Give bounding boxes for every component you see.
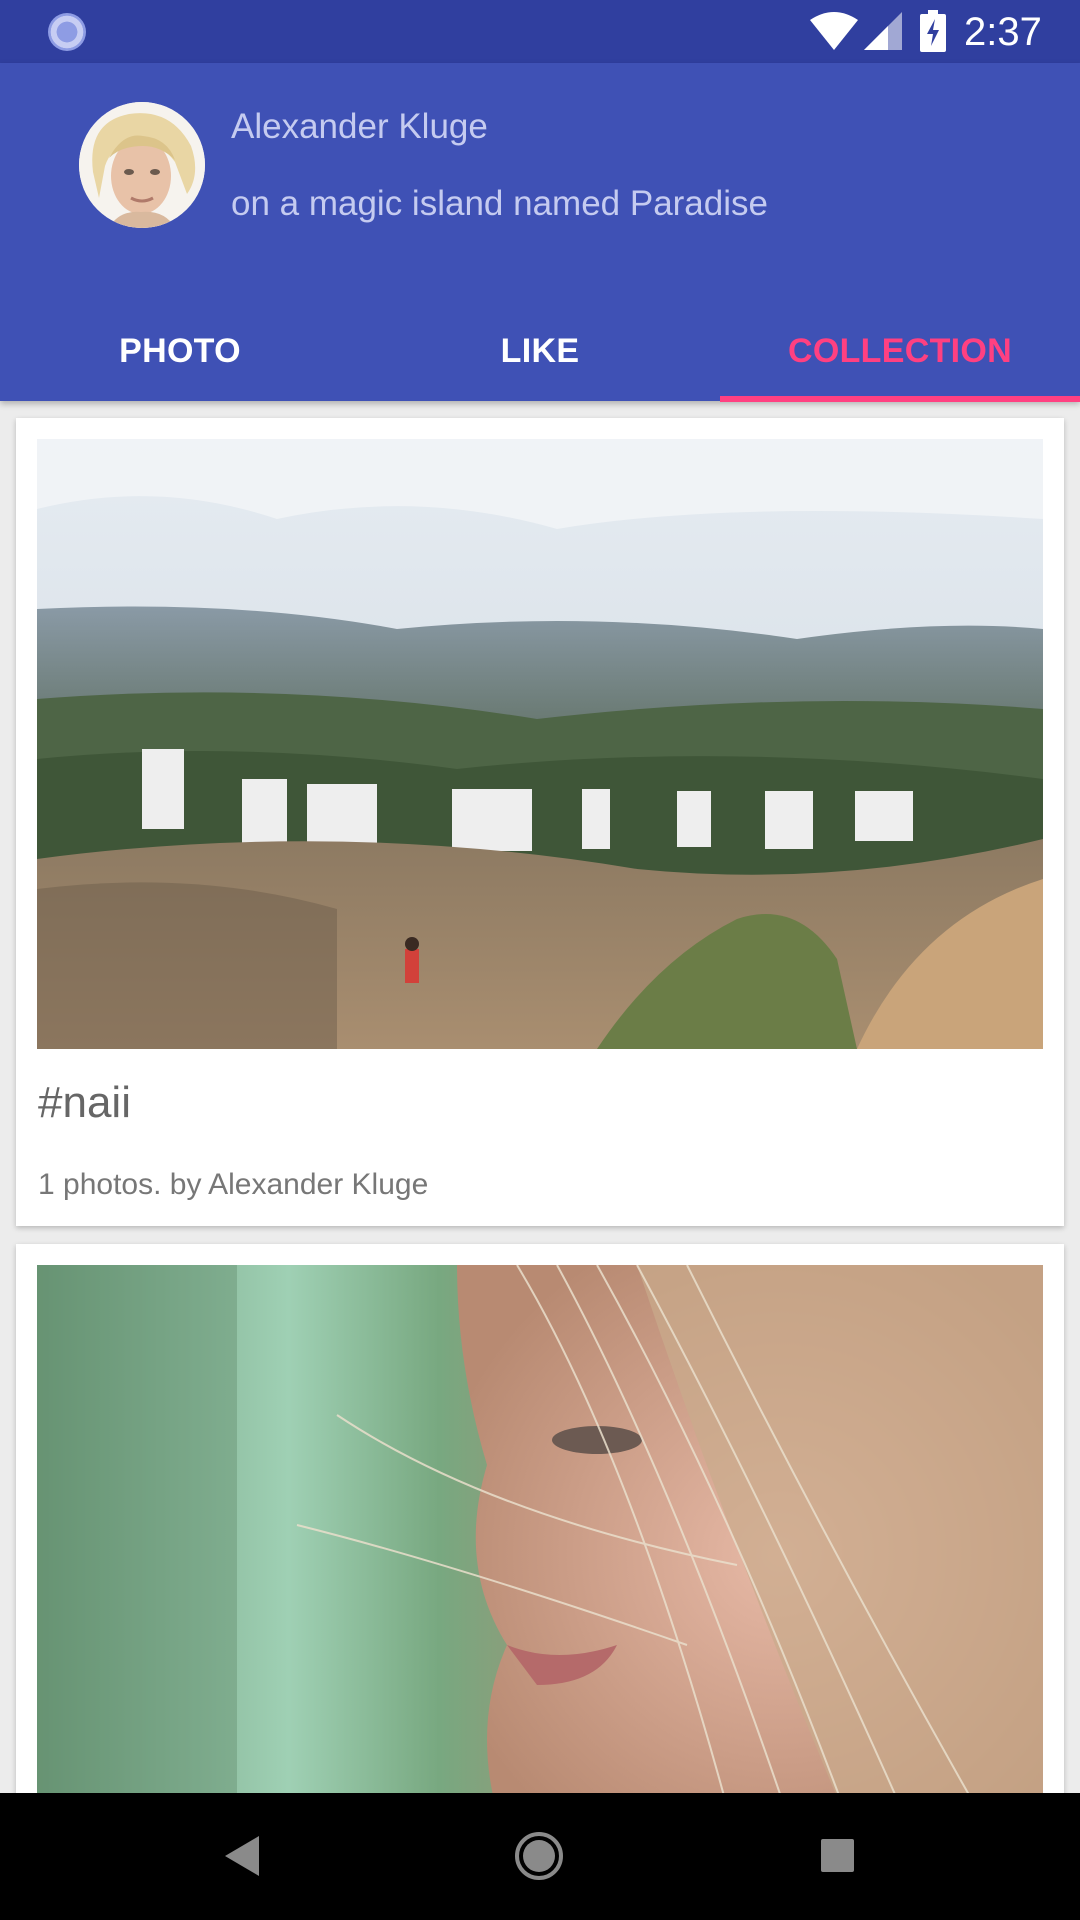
- tab-indicator: [720, 396, 1080, 402]
- collection-card[interactable]: [16, 1244, 1064, 1844]
- tab-bar: PHOTO LIKE COLLECTION: [0, 301, 1080, 401]
- collection-cover-photo[interactable]: [37, 1265, 1043, 1844]
- collection-card[interactable]: #naii 1 photos. by Alexander Kluge: [16, 418, 1064, 1226]
- hollywood-sign-landscape: [37, 439, 1043, 1049]
- profile-name: Alexander Kluge: [231, 107, 488, 146]
- battery-charging-icon: [920, 10, 946, 52]
- back-icon[interactable]: [225, 1836, 259, 1876]
- tab-photo[interactable]: PHOTO: [0, 301, 360, 401]
- profile-bio: on a magic island named Paradise: [231, 184, 768, 223]
- woman-portrait-hair: [37, 1265, 1043, 1844]
- status-bar: 2:37: [0, 0, 1080, 63]
- tab-like[interactable]: LIKE: [360, 301, 720, 401]
- cell-signal-icon: [864, 12, 902, 50]
- recents-icon[interactable]: [821, 1839, 854, 1872]
- avatar-image: [79, 102, 205, 228]
- home-icon[interactable]: [514, 1831, 564, 1881]
- clock-time: 2:37: [964, 10, 1042, 54]
- collection-title: #naii: [38, 1078, 131, 1127]
- avatar[interactable]: [79, 102, 205, 228]
- wifi-icon: [810, 12, 858, 50]
- profile-header: Alexander Kluge on a magic island named …: [0, 63, 1080, 402]
- collection-subtitle: 1 photos. by Alexander Kluge: [38, 1168, 429, 1201]
- tab-collection[interactable]: COLLECTION: [720, 301, 1080, 401]
- loading-indicator-icon: [48, 13, 86, 51]
- navigation-bar: [0, 1793, 1080, 1920]
- collection-cover-photo[interactable]: [37, 439, 1043, 1049]
